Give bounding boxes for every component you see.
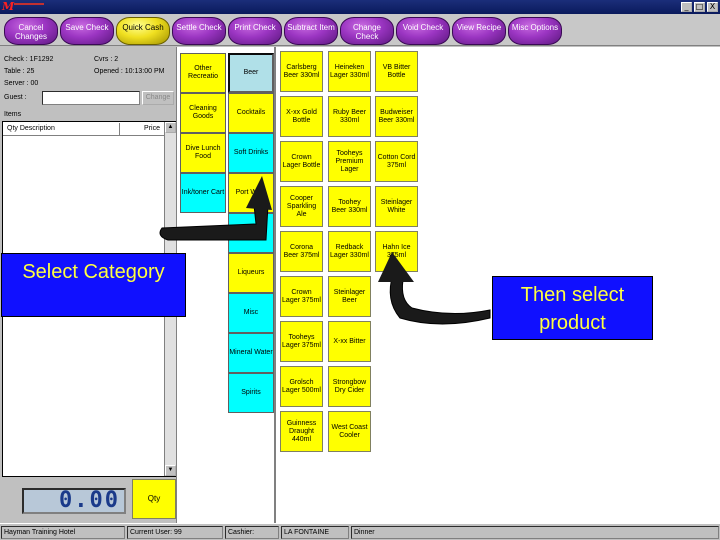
qty-button[interactable]: Qty [132,479,176,519]
toolbar-button-cancel-changes[interactable]: Cancel Changes [4,17,58,45]
category-button-soft-drinks[interactable]: Soft Drinks [228,133,274,173]
guest-label: Guest : [4,94,27,101]
guest-input[interactable] [42,91,140,105]
items-label: Items [4,111,22,118]
product-button[interactable]: Guinness Draught 440ml [280,411,323,452]
scroll-down-icon[interactable]: ▼ [165,465,176,476]
toolbar-button-save-check[interactable]: Save Check [60,17,114,45]
product-button[interactable]: X-xx Gold Bottle [280,96,323,137]
amount-display: 0.00 [22,488,126,514]
scroll-up-icon[interactable]: ▲ [165,122,176,133]
price-header: Price [119,123,163,135]
toolbar-button-subtract-item[interactable]: Subtract Item [284,17,338,45]
status-bar: Hayman Training Hotel Current User: 99 C… [0,523,720,540]
covers-count: Cvrs : 2 [94,56,119,63]
toolbar-button-quick-cash[interactable]: Quick Cash [116,17,170,45]
product-button[interactable]: Cotton Cord 375ml [375,141,418,182]
table-number: Table : 25 [4,68,35,75]
product-button[interactable]: Heineken Lager 330ml [328,51,371,92]
toolbar-button-print-check[interactable]: Print Check [228,17,282,45]
product-button[interactable]: Steinlager White [375,186,418,227]
product-button[interactable]: Steinlager Beer [328,276,371,317]
product-button[interactable]: Toohey Beer 330ml [328,186,371,227]
toolbar-button-void-check[interactable]: Void Check [396,17,450,45]
category-button-other-recreatio[interactable]: Other Recreatio [180,53,226,93]
title-bar: M _ □ X [0,0,720,14]
product-button[interactable]: Cooper Sparkling Ale [280,186,323,227]
toolbar: Cancel Changes Save Check Quick Cash Settle… [0,14,720,46]
status-user: Current User: 99 [127,526,223,539]
close-button[interactable]: X [707,2,718,12]
qty-description-header: Qty Description [7,125,55,132]
category-button-misc[interactable]: Misc [228,293,274,333]
product-button[interactable]: Strongbow Dry Cider [328,366,371,407]
category-button-beer[interactable]: Beer [228,53,274,93]
items-header: Qty Description Price [3,122,164,136]
product-button[interactable]: West Coast Cooler [328,411,371,452]
product-button[interactable]: Corona Beer 375ml [280,231,323,272]
grid-divider [274,47,276,523]
check-number: Check : 1F1292 [4,56,54,63]
select-category-callout: Select Category [1,253,186,317]
product-button[interactable]: Crown Lager 375ml [280,276,323,317]
product-button[interactable]: Budweiser Beer 330ml [375,96,418,137]
toolbar-button-misc-options[interactable]: Misc Options [508,17,562,45]
category-button-liqueurs[interactable]: Liqueurs [228,253,274,293]
status-cashier: LA FONTAINE [281,526,349,539]
product-button[interactable]: Hahn Ice 375ml [375,231,418,272]
status-meal: Dinner [351,526,719,539]
category-button-mineral-water[interactable]: Mineral Water [228,333,274,373]
status-site: Hayman Training Hotel [1,526,125,539]
status-cashier-label: Cashier: [225,526,279,539]
product-button[interactable]: Grolsch Lager 500ml [280,366,323,407]
product-button[interactable]: Crown Lager Bottle [280,141,323,182]
server-number: Server : 00 [4,80,39,87]
toolbar-button-change-check[interactable]: Change Check [340,17,394,45]
opened-time: Opened : 10:13:00 PM [94,68,165,75]
maximize-button[interactable]: □ [694,2,705,12]
toolbar-button-settle-check[interactable]: Settle Check [172,17,226,45]
category-button-dive-lunch-food[interactable]: Dive Lunch Food [180,133,226,173]
product-button[interactable]: Tooheys Lager 375ml [280,321,323,362]
product-button[interactable]: Tooheys Premium Lager [328,141,371,182]
toolbar-button-view-recipe[interactable]: View Recipe [452,17,506,45]
product-button[interactable]: Carlsberg Beer 330ml [280,51,323,92]
product-button[interactable]: X-xx Bitter [328,321,371,362]
change-guest-button[interactable]: Change [142,91,174,105]
category-button-cleaning-goods[interactable]: Cleaning Goods [180,93,226,133]
select-product-callout: Then select product [492,276,653,340]
category-button-port-wine[interactable]: Port Wine [228,173,274,213]
category-button-spirits[interactable]: Spirits [228,373,274,413]
minimize-button[interactable]: _ [681,2,692,12]
category-button-ink-toner-cart[interactable]: Ink/toner Cart [180,173,226,213]
category-button-blank[interactable] [228,213,274,253]
app-logo: M [2,0,15,13]
product-button[interactable]: Redback Lager 330ml [328,231,371,272]
category-button-cocktails[interactable]: Cocktails [228,93,274,133]
product-button[interactable]: VB Bitter Bottle [375,51,418,92]
logo-underline [14,3,44,5]
product-button[interactable]: Ruby Beer 330ml [328,96,371,137]
